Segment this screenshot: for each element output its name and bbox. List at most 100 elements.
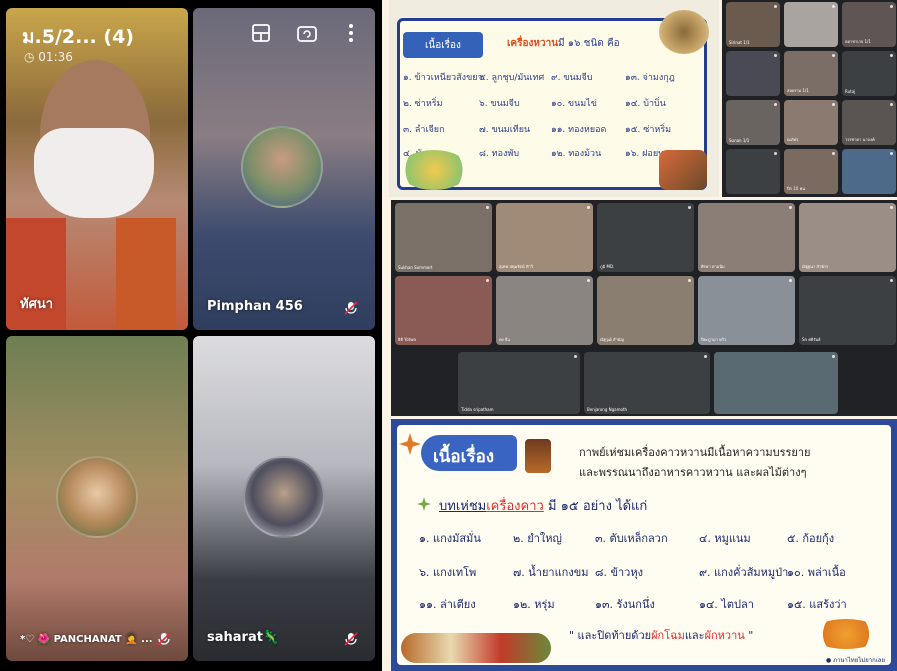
meet-participant-tile[interactable]: วรรชาดา นาถงค์ bbox=[842, 100, 896, 145]
slide-item: ๖. แกงเทโพ bbox=[419, 566, 477, 579]
more-options-icon[interactable] bbox=[832, 103, 835, 106]
meet-participant-tile[interactable] bbox=[842, 149, 896, 194]
slide-item: ๖. ขนมจีบ bbox=[479, 99, 520, 109]
meet-participant-name: สุเทพ ปทุมรัตน์ ทำวิ bbox=[499, 264, 534, 269]
meet-participant-tile[interactable]: Benjarong Ngamoth bbox=[584, 352, 710, 414]
slide-item: ๑๑. ทองหยอด bbox=[551, 125, 607, 135]
more-options-icon[interactable] bbox=[688, 206, 691, 209]
meet-participant-tile[interactable]: Sukhan Sommart bbox=[395, 203, 492, 272]
meet-participant-name: Sn ศธิรัมย์ bbox=[802, 337, 821, 342]
slide-item: ๙. แกงคั่วส้มหมูป่า bbox=[699, 566, 789, 579]
meet-participant-tile[interactable]: ณัฐฐนา สำจักร bbox=[799, 203, 896, 272]
call-title: ม.5/2... (4) bbox=[22, 26, 134, 48]
slide-item: ๑๓. รังนกนึ่ง bbox=[595, 598, 655, 611]
slide-item: ๒. ซ่าหริ่ม bbox=[403, 99, 443, 109]
meet-participant-name: ศิรษา ตามนิม bbox=[701, 264, 725, 269]
meet-participant-tile[interactable]: ศิรษา ตามนิม bbox=[698, 203, 795, 272]
more-options-icon[interactable] bbox=[789, 279, 792, 282]
meet-participant-tile[interactable]: คง จีน bbox=[496, 276, 593, 345]
slide-intro-line-1: กาพย์เห่ชมเครื่องคาวหวานมีเนื้อหาความบรร… bbox=[579, 446, 811, 459]
meet-participant-tile[interactable]: Sirinat 1/1 bbox=[726, 2, 780, 47]
participant-tile-4[interactable]: saharat🦎 bbox=[193, 336, 375, 661]
more-options-icon[interactable] bbox=[890, 103, 893, 106]
meet-participant-tile[interactable]: ปีก 10 คน bbox=[784, 149, 838, 194]
meet-participant-tile[interactable]: ณัฐวุฒิ สำนัญ bbox=[597, 276, 694, 345]
participant-avatar bbox=[56, 456, 138, 538]
slide-item: ๑๑. ล่าเตียง bbox=[419, 598, 476, 611]
more-options-icon[interactable] bbox=[486, 206, 489, 209]
more-options-icon[interactable] bbox=[486, 279, 489, 282]
meet-participant-tile[interactable] bbox=[714, 352, 838, 414]
switch-camera-icon[interactable] bbox=[296, 22, 318, 44]
slide-item: ๑๐. ขนมไข่ bbox=[551, 99, 597, 109]
meet-participant-name: ภูมิ MD. bbox=[600, 264, 615, 269]
meet-participant-name: Sunan 1/1 bbox=[729, 138, 750, 143]
lesson-slide-sweets: เนื้อเรื่อง เครื่องหวานมี ๑๖ ชนิด คือ ๑.… bbox=[389, 0, 719, 197]
more-options-icon[interactable] bbox=[704, 355, 707, 358]
more-options-icon[interactable] bbox=[890, 279, 893, 282]
more-options-icon[interactable] bbox=[832, 54, 835, 57]
meet-participant-tile[interactable]: ณภัทร bbox=[784, 100, 838, 145]
more-options-icon[interactable] bbox=[832, 5, 835, 8]
slide-item: ๑๓. จ่ามงกุฎ bbox=[625, 73, 675, 83]
footer-suffix: " bbox=[744, 629, 754, 642]
participant-tile-3[interactable]: *♡ 🌺 PANCHANAT 🤦 ... bbox=[6, 336, 188, 661]
slide-item: ๔. หมูแนม bbox=[699, 532, 751, 545]
slide-item: ๓. ตับเหล็กลวก bbox=[595, 532, 668, 545]
dessert-decoration bbox=[659, 150, 707, 190]
meet-participant-tile[interactable]: Sn ศธิรัมย์ bbox=[799, 276, 896, 345]
more-options-icon[interactable] bbox=[890, 152, 893, 155]
slide-item: ๒. ยำใหญ่ bbox=[513, 532, 562, 545]
slide-item: ๑๒. ทองม้วน bbox=[551, 149, 602, 159]
slide-item: ๗. ขนมเทียน bbox=[479, 125, 531, 135]
mortar-decoration bbox=[659, 10, 709, 54]
meet-participant-tile[interactable]: Tidda sripatham bbox=[458, 352, 580, 414]
mic-muted-icon bbox=[344, 632, 358, 646]
more-options-icon[interactable] bbox=[587, 279, 590, 282]
more-options-icon[interactable] bbox=[587, 206, 590, 209]
jar-decoration bbox=[525, 439, 551, 473]
slide-item: ๑๕. ซ่าหริ่ม bbox=[625, 125, 672, 135]
meet-participant-tile[interactable]: Sunan 1/1 bbox=[726, 100, 780, 145]
more-options-icon[interactable] bbox=[832, 152, 835, 155]
more-options-icon[interactable] bbox=[774, 103, 777, 106]
layout-icon[interactable] bbox=[250, 22, 272, 44]
more-options-icon[interactable] bbox=[774, 152, 777, 155]
meet-participant-tile[interactable]: สงคราม 1/1 bbox=[784, 51, 838, 96]
more-options-icon[interactable] bbox=[890, 54, 893, 57]
mic-muted-icon bbox=[157, 632, 171, 646]
meet-participant-name: ปีก 10 คน bbox=[787, 186, 806, 191]
slide-item: ๑๐. พล่าเนื้อ bbox=[787, 566, 846, 579]
more-options-icon[interactable] bbox=[789, 206, 792, 209]
more-options-icon[interactable] bbox=[890, 5, 893, 8]
heading-highlight: เครื่องคาว bbox=[486, 499, 544, 514]
more-options-icon[interactable] bbox=[574, 355, 577, 358]
slide-item: ๑๒. หรุ่ม bbox=[513, 598, 555, 611]
more-options-icon[interactable] bbox=[688, 279, 691, 282]
footer-prefix: " และปิดท้ายด้วย bbox=[569, 629, 652, 642]
slide-heading: เครื่องหวานมี ๑๖ ชนิด คือ bbox=[507, 36, 620, 51]
slide-item: ๑. ข้าวเหนียวสังขยา bbox=[403, 73, 483, 83]
heading-prefix: บทเห่ชม bbox=[439, 499, 487, 514]
meet-participant-tile[interactable]: ลดาชาเวจ 1/1 bbox=[842, 2, 896, 47]
meet-participant-tile[interactable] bbox=[726, 149, 780, 194]
footer-mid: และ bbox=[684, 629, 705, 642]
more-options-icon[interactable] bbox=[832, 355, 835, 358]
meet-participant-name: Sukhan Sommart bbox=[398, 265, 433, 270]
more-options-icon[interactable] bbox=[890, 206, 893, 209]
meet-participant-tile[interactable]: ภูมิ MD. bbox=[597, 203, 694, 272]
footer-highlight-1: ผักโฉม bbox=[651, 629, 685, 642]
meet-participant-tile[interactable] bbox=[784, 2, 838, 47]
meet-participant-tile[interactable]: สุเทพ ปทุมรัตน์ ทำวิ bbox=[496, 203, 593, 272]
mic-muted-icon bbox=[344, 301, 358, 315]
more-options-icon[interactable] bbox=[774, 5, 777, 8]
meet-participant-tile[interactable] bbox=[726, 51, 780, 96]
slide-badge: เนื้อเรื่อง bbox=[403, 32, 483, 58]
meet-participant-tile[interactable]: ธิติ Yotwa bbox=[395, 276, 492, 345]
meet-participant-tile[interactable]: Rutaj bbox=[842, 51, 896, 96]
more-options-icon[interactable] bbox=[340, 22, 362, 44]
call-timer-value: 01:36 bbox=[38, 50, 73, 64]
meet-participant-tile[interactable]: ปิยะฎามา หวิว bbox=[698, 276, 795, 345]
more-options-icon[interactable] bbox=[774, 54, 777, 57]
participant-name: ทัศนา bbox=[20, 297, 54, 312]
